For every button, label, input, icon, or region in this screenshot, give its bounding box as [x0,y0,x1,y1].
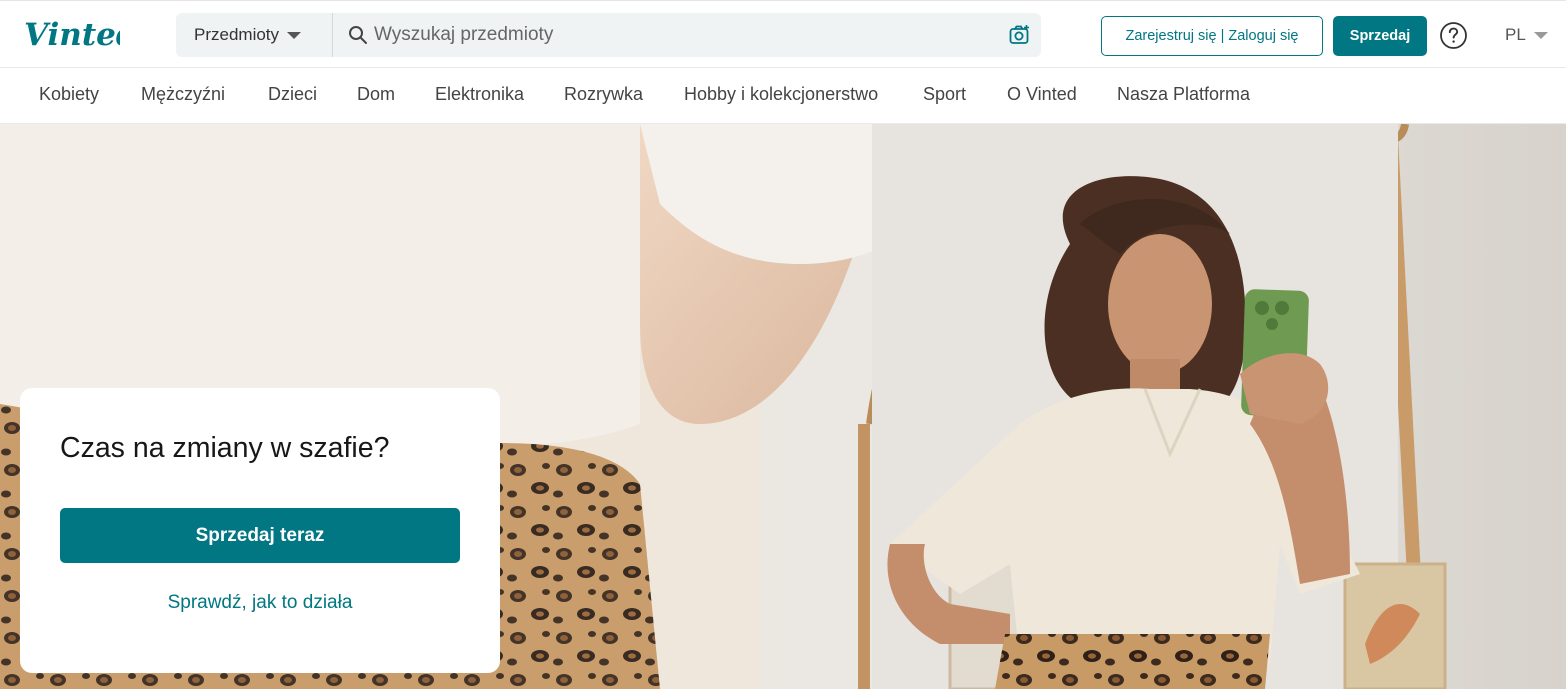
question-circle-icon[interactable] [1439,21,1468,50]
sell-now-button[interactable]: Sprzedaj teraz [60,508,460,563]
signup-login-button[interactable]: Zarejestruj się | Zaloguj się [1101,16,1323,56]
hero-title: Czas na zmiany w szafie? [60,432,390,464]
nav-item-sport[interactable]: Sport [923,84,966,105]
category-nav: Kobiety Mężczyźni Dzieci Dom Elektronika… [0,68,1566,124]
language-select[interactable]: PL [1505,25,1548,45]
nav-item-hobby[interactable]: Hobby i kolekcjonerstwo [684,84,878,105]
search-bar: Przedmioty [176,13,1041,57]
nav-item-o-vinted[interactable]: O Vinted [1007,84,1077,105]
nav-item-dzieci[interactable]: Dzieci [268,84,317,105]
svg-text:Vinted: Vinted [24,17,120,53]
camera-search-icon[interactable] [1009,24,1031,46]
nav-item-dom[interactable]: Dom [357,84,395,105]
sell-button[interactable]: Sprzedaj [1333,16,1427,56]
how-it-works-link[interactable]: Sprawdź, jak to działa [60,592,460,614]
chevron-down-icon [287,31,302,39]
nav-item-nasza-platforma[interactable]: Nasza Platforma [1117,84,1250,105]
category-select[interactable]: Przedmioty [176,13,333,57]
nav-item-mezczyzni[interactable]: Mężczyźni [141,84,225,105]
top-header: Vinted Przedmioty Zarejestruj się | Zalo… [0,0,1566,68]
hero-banner: Czas na zmiany w szafie? Sprzedaj teraz … [0,124,1566,689]
search-input[interactable] [374,13,994,57]
vinted-logo[interactable]: Vinted [24,11,138,55]
nav-item-kobiety[interactable]: Kobiety [39,84,99,105]
hero-card: Czas na zmiany w szafie? Sprzedaj teraz … [20,388,500,673]
language-label: PL [1505,25,1526,44]
category-select-label: Przedmioty [194,25,280,44]
nav-item-rozrywka[interactable]: Rozrywka [564,84,643,105]
nav-item-elektronika[interactable]: Elektronika [435,84,524,105]
search-icon [349,26,367,44]
chevron-down-icon [1533,31,1548,39]
